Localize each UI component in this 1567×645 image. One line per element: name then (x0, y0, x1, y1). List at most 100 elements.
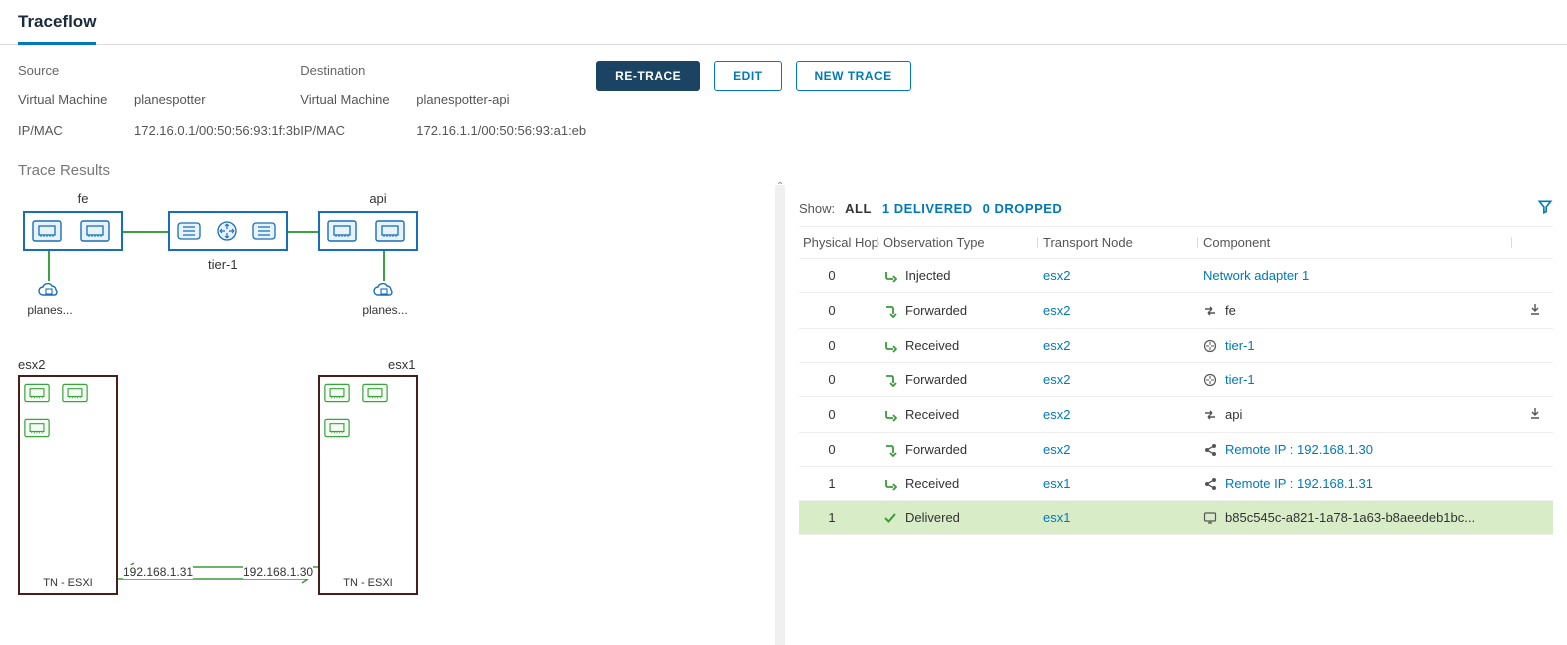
table-row[interactable]: 0Forwardedesx2fe (799, 293, 1553, 329)
component-icon (1203, 511, 1217, 525)
source-ipmac-label: IP/MAC (18, 123, 128, 138)
cell-transport-node[interactable]: esx2 (1039, 442, 1199, 457)
port-icon (24, 418, 50, 438)
cell-observation: Forwarded (879, 442, 1039, 457)
observation-icon (883, 373, 897, 387)
host-box-esx2[interactable]: TN - ESXI (18, 375, 118, 595)
col-header-obs[interactable]: Observation Type (879, 235, 1039, 250)
table-row[interactable]: 1Deliveredesx1b85c545c-a821-1a78-1a63-b8… (799, 501, 1553, 535)
table-row[interactable]: 0Receivedesx2api (799, 397, 1553, 433)
show-label: Show: (799, 201, 835, 216)
destination-ipmac-value: 172.16.1.1/00:50:56:93:a1:eb (416, 123, 586, 138)
cell-observation: Received (879, 476, 1039, 491)
cell-transport-node[interactable]: esx1 (1039, 476, 1199, 491)
source-panel: Source Virtual Machine planespotter IP/M… (18, 55, 300, 138)
newtrace-button[interactable]: NEW TRACE (796, 61, 911, 91)
source-heading: Source (18, 55, 300, 86)
table-header: Physical Hop Observation Type Transport … (799, 226, 1553, 259)
source-ipmac-value: 172.16.0.1/00:50:56:93:1f:3b (134, 123, 300, 138)
cell-component[interactable]: tier-1 (1199, 372, 1513, 387)
router-box-tier1[interactable] (168, 211, 288, 251)
col-header-actions (1513, 235, 1553, 250)
tn-label-right: TN - ESXI (320, 577, 416, 589)
host-label-right: esx1 (388, 357, 415, 372)
destination-heading: Destination (300, 55, 586, 86)
cell-observation: Received (879, 407, 1039, 422)
ip-label-left: 192.168.1.31 (123, 565, 193, 579)
page-title: Traceflow (18, 12, 96, 45)
cell-component: api (1199, 407, 1513, 422)
connector-line (123, 231, 168, 233)
destination-ipmac-label: IP/MAC (300, 123, 410, 138)
cell-observation: Forwarded (879, 372, 1039, 387)
router-icon (212, 220, 242, 242)
table-row[interactable]: 1Receivedesx1Remote IP : 192.168.1.31 (799, 467, 1553, 501)
component-icon (1203, 339, 1217, 353)
download-icon[interactable] (1513, 302, 1553, 319)
vm-caption-left: planes... (10, 303, 90, 317)
host-box-esx1[interactable]: TN - ESXI (318, 375, 418, 595)
port-icon (362, 383, 388, 403)
port-icon (324, 418, 350, 438)
destination-vm-value: planespotter-api (416, 92, 586, 107)
trace-results-heading: Trace Results (0, 138, 1567, 185)
ip-label-right: 192.168.1.30 (243, 565, 313, 579)
show-filter-delivered[interactable]: 1 DELIVERED (882, 201, 973, 216)
cell-observation: Delivered (879, 510, 1039, 525)
cell-component[interactable]: Remote IP : 192.168.1.31 (1199, 476, 1513, 491)
cell-hops: 0 (799, 268, 879, 283)
topology-diagram: fe api tier-1 (0, 185, 775, 645)
cell-hops: 0 (799, 442, 879, 457)
cell-observation: Forwarded (879, 303, 1039, 318)
segment-box-api[interactable] (318, 211, 418, 251)
download-icon[interactable] (1513, 406, 1553, 423)
show-filter-all[interactable]: ALL (845, 201, 872, 216)
destination-vm-label: Virtual Machine (300, 92, 410, 107)
host-label-left: esx2 (18, 357, 45, 372)
source-vm-label: Virtual Machine (18, 92, 128, 107)
splitter-handle[interactable] (775, 185, 785, 645)
cell-transport-node[interactable]: esx2 (1039, 372, 1199, 387)
col-header-hops[interactable]: Physical Hop (799, 235, 879, 250)
cell-component: b85c545c-a821-1a78-1a63-b8aeedeb1bc... (1199, 510, 1513, 525)
destination-panel: Destination Virtual Machine planespotter… (300, 55, 586, 138)
edge-icon (174, 220, 204, 242)
cell-transport-node[interactable]: esx2 (1039, 338, 1199, 353)
segment-label-fe: fe (33, 191, 133, 206)
table-row[interactable]: 0Receivedesx2tier-1 (799, 329, 1553, 363)
cell-hops: 0 (799, 407, 879, 422)
edit-button[interactable]: EDIT (714, 61, 781, 91)
cell-component[interactable]: Remote IP : 192.168.1.30 (1199, 442, 1513, 457)
cell-component[interactable]: Network adapter 1 (1199, 268, 1513, 283)
tn-label-left: TN - ESXI (20, 577, 116, 589)
table-row[interactable]: 0Injectedesx2Network adapter 1 (799, 259, 1553, 293)
table-row[interactable]: 0Forwardedesx2Remote IP : 192.168.1.30 (799, 433, 1553, 467)
table-row[interactable]: 0Forwardedesx2tier-1 (799, 363, 1553, 397)
cell-transport-node[interactable]: esx2 (1039, 407, 1199, 422)
vm-icon[interactable] (371, 281, 397, 299)
observation-icon (883, 443, 897, 457)
cell-observation: Injected (879, 268, 1039, 283)
retrace-button[interactable]: RE-TRACE (596, 61, 700, 91)
segment-box-fe[interactable] (23, 211, 123, 251)
source-vm-value: planespotter (134, 92, 300, 107)
cell-transport-node[interactable]: esx2 (1039, 303, 1199, 318)
vm-icon[interactable] (36, 281, 62, 299)
col-header-comp[interactable]: Component (1199, 235, 1513, 250)
cell-component[interactable]: tier-1 (1199, 338, 1513, 353)
vm-caption-right: planes... (345, 303, 425, 317)
component-icon (1203, 443, 1217, 457)
observation-icon (883, 339, 897, 353)
observation-icon (883, 269, 897, 283)
filter-icon[interactable] (1537, 199, 1553, 218)
cell-hops: 1 (799, 510, 879, 525)
component-icon (1203, 304, 1217, 318)
col-header-node[interactable]: Transport Node (1039, 235, 1199, 250)
show-filter-dropped[interactable]: 0 DROPPED (983, 201, 1063, 216)
cell-transport-node[interactable]: esx1 (1039, 510, 1199, 525)
port-icon (375, 220, 405, 242)
segment-label-api: api (328, 191, 428, 206)
component-icon (1203, 373, 1217, 387)
component-icon (1203, 408, 1217, 422)
cell-transport-node[interactable]: esx2 (1039, 268, 1199, 283)
